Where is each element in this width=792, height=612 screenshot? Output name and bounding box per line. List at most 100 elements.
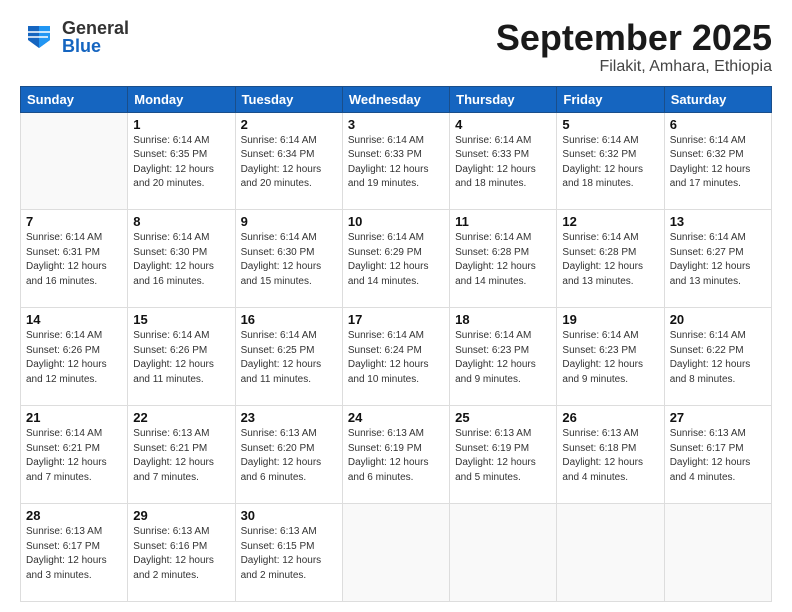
day-info: Sunrise: 6:13 AMSunset: 6:18 PMDaylight:… [562,427,658,485]
calendar-week-3: 14 Sunrise: 6:14 AMSunset: 6:26 PMDayligh… [21,308,772,406]
title-block: September 2025 Filakit, Amhara, Ethiopia [496,18,772,76]
calendar-cell: 6 Sunrise: 6:14 AMSunset: 6:32 PMDaylight… [664,112,771,210]
calendar-cell: 22Sunrise: 6:13 AMSunset: 6:21 PMDayligh… [128,406,235,504]
day-number: 29 [133,508,229,523]
day-number: 1 [133,117,229,132]
day-info: Sunrise: 6:14 AMSunset: 6:26 PMDaylight:… [133,329,229,387]
day-info: Sunrise: 6:13 AMSunset: 6:20 PMDaylight:… [241,427,337,485]
calendar-cell [342,504,449,602]
day-info: Sunrise: 6:14 AMSunset: 6:32 PMDaylight:… [670,134,766,192]
day-info: Sunrise: 6:14 AMSunset: 6:30 PMDaylight:… [133,231,229,289]
day-number: 7 [26,214,122,229]
day-number: 26 [562,410,658,425]
day-info: Sunrise: 6:13 AMSunset: 6:19 PMDaylight:… [455,427,551,485]
day-info: Sunrise: 6:14 AMSunset: 6:32 PMDaylight:… [562,134,658,192]
logo: General Blue [20,18,129,56]
day-info: Sunrise: 6:14 AMSunset: 6:34 PMDaylight:… [241,134,337,192]
day-number: 9 [241,214,337,229]
calendar-cell: 10Sunrise: 6:14 AMSunset: 6:29 PMDayligh… [342,210,449,308]
day-info: Sunrise: 6:14 AMSunset: 6:30 PMDaylight:… [241,231,337,289]
day-number: 10 [348,214,444,229]
day-number: 28 [26,508,122,523]
day-number: 14 [26,312,122,327]
calendar-cell: 28 Sunrise: 6:13 AMSunset: 6:17 PMDayligh… [21,504,128,602]
month-title: September 2025 [496,18,772,58]
calendar-cell: 19 Sunrise: 6:14 AMSunset: 6:23 PMDayligh… [557,308,664,406]
day-number: 17 [348,312,444,327]
calendar-cell: 4Sunrise: 6:14 AMSunset: 6:33 PMDaylight… [450,112,557,210]
day-info: Sunrise: 6:13 AMSunset: 6:15 PMDaylight:… [241,525,337,583]
day-info: Sunrise: 6:13 AMSunset: 6:17 PMDaylight:… [26,525,122,583]
calendar-table: Sunday Monday Tuesday Wednesday Thursday… [20,86,772,602]
calendar-week-4: 21 Sunrise: 6:14 AMSunset: 6:21 PMDayligh… [21,406,772,504]
calendar-cell: 9 Sunrise: 6:14 AMSunset: 6:30 PMDaylight… [235,210,342,308]
header-sunday: Sunday [21,86,128,112]
day-number: 8 [133,214,229,229]
calendar-cell [450,504,557,602]
day-number: 19 [562,312,658,327]
day-number: 25 [455,410,551,425]
calendar-cell: 26 Sunrise: 6:13 AMSunset: 6:18 PMDayligh… [557,406,664,504]
calendar-cell: 17 Sunrise: 6:14 AMSunset: 6:24 PMDayligh… [342,308,449,406]
calendar-week-5: 28 Sunrise: 6:13 AMSunset: 6:17 PMDayligh… [21,504,772,602]
logo-blue: Blue [62,37,129,55]
day-info: Sunrise: 6:14 AMSunset: 6:28 PMDaylight:… [455,231,551,289]
day-number: 13 [670,214,766,229]
day-number: 30 [241,508,337,523]
calendar-cell: 24 Sunrise: 6:13 AMSunset: 6:19 PMDayligh… [342,406,449,504]
calendar-cell [664,504,771,602]
day-info: Sunrise: 6:14 AMSunset: 6:26 PMDaylight:… [26,329,122,387]
logo-icon [20,18,58,56]
day-info: Sunrise: 6:14 AMSunset: 6:22 PMDaylight:… [670,329,766,387]
day-number: 20 [670,312,766,327]
calendar-cell: 21 Sunrise: 6:14 AMSunset: 6:21 PMDayligh… [21,406,128,504]
calendar-cell: 3Sunrise: 6:14 AMSunset: 6:33 PMDaylight… [342,112,449,210]
header-wednesday: Wednesday [342,86,449,112]
day-info: Sunrise: 6:13 AMSunset: 6:19 PMDaylight:… [348,427,444,485]
header-saturday: Saturday [664,86,771,112]
calendar-cell: 2 Sunrise: 6:14 AMSunset: 6:34 PMDaylight… [235,112,342,210]
day-number: 23 [241,410,337,425]
header-friday: Friday [557,86,664,112]
day-info: Sunrise: 6:14 AMSunset: 6:31 PMDaylight:… [26,231,122,289]
calendar-cell: 23 Sunrise: 6:13 AMSunset: 6:20 PMDayligh… [235,406,342,504]
header-thursday: Thursday [450,86,557,112]
day-number: 5 [562,117,658,132]
calendar-cell: 15Sunrise: 6:14 AMSunset: 6:26 PMDayligh… [128,308,235,406]
header-monday: Monday [128,86,235,112]
day-info: Sunrise: 6:14 AMSunset: 6:21 PMDaylight:… [26,427,122,485]
calendar-cell: 8 Sunrise: 6:14 AMSunset: 6:30 PMDaylight… [128,210,235,308]
day-number: 12 [562,214,658,229]
calendar-cell: 30 Sunrise: 6:13 AMSunset: 6:15 PMDayligh… [235,504,342,602]
calendar-cell: 25 Sunrise: 6:13 AMSunset: 6:19 PMDayligh… [450,406,557,504]
calendar-cell: 27 Sunrise: 6:13 AMSunset: 6:17 PMDayligh… [664,406,771,504]
location-subtitle: Filakit, Amhara, Ethiopia [496,58,772,76]
day-info: Sunrise: 6:13 AMSunset: 6:21 PMDaylight:… [133,427,229,485]
day-number: 6 [670,117,766,132]
day-info: Sunrise: 6:14 AMSunset: 6:23 PMDaylight:… [562,329,658,387]
day-info: Sunrise: 6:14 AMSunset: 6:23 PMDaylight:… [455,329,551,387]
day-number: 21 [26,410,122,425]
calendar-cell: 1 Sunrise: 6:14 AMSunset: 6:35 PMDaylight… [128,112,235,210]
header-tuesday: Tuesday [235,86,342,112]
calendar-cell: 5 Sunrise: 6:14 AMSunset: 6:32 PMDaylight… [557,112,664,210]
day-number: 2 [241,117,337,132]
calendar-cell [557,504,664,602]
day-info: Sunrise: 6:14 AMSunset: 6:33 PMDaylight:… [348,134,444,192]
calendar-cell: 29 Sunrise: 6:13 AMSunset: 6:16 PMDayligh… [128,504,235,602]
day-info: Sunrise: 6:13 AMSunset: 6:17 PMDaylight:… [670,427,766,485]
day-info: Sunrise: 6:13 AMSunset: 6:16 PMDaylight:… [133,525,229,583]
day-info: Sunrise: 6:14 AMSunset: 6:24 PMDaylight:… [348,329,444,387]
day-number: 11 [455,214,551,229]
day-number: 4 [455,117,551,132]
day-info: Sunrise: 6:14 AMSunset: 6:27 PMDaylight:… [670,231,766,289]
weekday-header-row: Sunday Monday Tuesday Wednesday Thursday… [21,86,772,112]
calendar-cell: 18Sunrise: 6:14 AMSunset: 6:23 PMDayligh… [450,308,557,406]
calendar-cell: 13 Sunrise: 6:14 AMSunset: 6:27 PMDayligh… [664,210,771,308]
day-info: Sunrise: 6:14 AMSunset: 6:35 PMDaylight:… [133,134,229,192]
calendar-cell: 11 Sunrise: 6:14 AMSunset: 6:28 PMDayligh… [450,210,557,308]
day-number: 27 [670,410,766,425]
logo-text: General Blue [62,19,129,55]
day-number: 24 [348,410,444,425]
logo-general: General [62,19,129,37]
